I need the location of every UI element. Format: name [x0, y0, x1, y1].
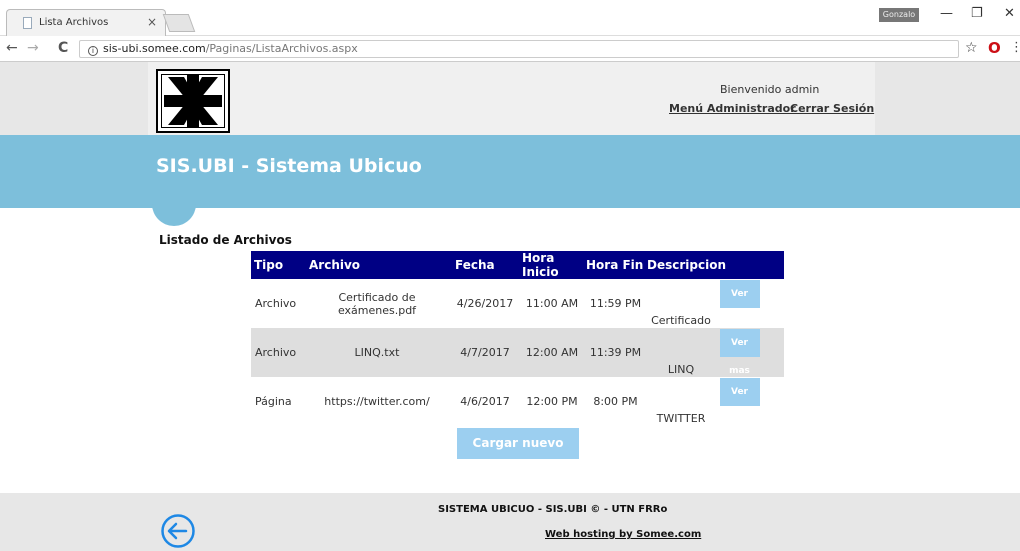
header: [148, 62, 875, 135]
cell-hora-fin: 11:39 PM: [585, 328, 646, 377]
ver-mas-button[interactable]: Ver mas: [719, 280, 760, 327]
welcome-text: Bienvenido admin: [720, 83, 820, 96]
cell-archivo: Certificado de exámenes.pdf: [337, 290, 417, 317]
tab-close-icon[interactable]: ×: [147, 15, 157, 29]
cell-hora-fin: 11:59 PM: [589, 297, 642, 310]
col-hora-inicio: Hora Inicio: [519, 251, 585, 279]
cell-hora-inicio: 12:00 PM: [526, 395, 578, 408]
address-bar: ← → C i sis-ubi.somee.com/Paginas/ListaAr…: [0, 36, 1020, 62]
table-row: Archivo Certificado de exámenes.pdf 4/26…: [251, 279, 784, 328]
copyright-text: SISTEMA UBICUO - SIS.UBI © - UTN FRRo: [438, 504, 668, 515]
col-archivo: Archivo: [303, 251, 451, 279]
logout-link[interactable]: Cerrar Sesión: [790, 102, 874, 115]
app-title: SIS.UBI - Sistema Ubicuo: [156, 155, 422, 177]
col-fecha: Fecha: [451, 251, 519, 279]
cell-tipo: Archivo: [251, 328, 303, 377]
info-icon[interactable]: i: [88, 46, 98, 56]
cell-archivo: LINQ.txt: [303, 328, 451, 377]
profile-badge[interactable]: Gonzalo: [879, 8, 919, 22]
page-content: Bienvenido admin Menú Administrador Cerr…: [0, 62, 1020, 551]
ver-mas-button[interactable]: Ver mas: [719, 329, 760, 376]
cell-hora-inicio: 12:00 AM: [519, 328, 585, 377]
new-tab-button[interactable]: [162, 14, 196, 32]
cell-archivo: https://twitter.com/: [324, 395, 430, 408]
back-arrow-circle-icon[interactable]: [160, 513, 196, 549]
description-text: Certificado: [651, 314, 711, 327]
col-hora-fin: Hora Fin: [585, 251, 646, 279]
minimize-icon[interactable]: —: [940, 6, 953, 21]
ver-mas-button[interactable]: Ver mas: [719, 378, 760, 425]
page-icon: [23, 17, 32, 29]
upload-new-button[interactable]: Cargar nuevo: [457, 428, 579, 459]
cell-hora-fin: 8:00 PM: [593, 395, 638, 408]
restore-icon[interactable]: ❐: [971, 6, 983, 21]
cell-descripcion: TWITTER Ver mas: [646, 377, 784, 426]
url-input[interactable]: i sis-ubi.somee.com/Paginas/ListaArchivos…: [79, 40, 959, 58]
tab-title: Lista Archivos: [39, 17, 109, 28]
cell-fecha: 4/6/2017: [460, 395, 510, 408]
list-title: Listado de Archivos: [159, 233, 292, 247]
forward-icon[interactable]: →: [27, 40, 39, 56]
col-tipo: Tipo: [251, 251, 303, 279]
banner-decoration: [152, 204, 196, 226]
url-path: /Paginas/ListaArchivos.aspx: [205, 42, 358, 55]
cell-descripcion: Certificado Ver mas: [646, 279, 784, 328]
window-close-icon[interactable]: ✕: [1004, 6, 1015, 21]
cell-descripcion: LINQ Ver mas: [646, 328, 784, 377]
files-table: Tipo Archivo Fecha Hora Inicio Hora Fin …: [251, 251, 784, 426]
opera-icon[interactable]: O: [988, 39, 1001, 57]
cell-fecha: 4/26/2017: [456, 297, 514, 310]
back-icon[interactable]: ←: [6, 40, 18, 56]
description-text: TWITTER: [656, 412, 706, 425]
table-header-row: Tipo Archivo Fecha Hora Inicio Hora Fin …: [251, 251, 784, 279]
description-text: LINQ: [667, 363, 695, 376]
col-descripcion: Descripcion: [646, 251, 784, 279]
footer: SISTEMA UBICUO - SIS.UBI © - UTN FRRo We…: [0, 493, 1020, 551]
table-row: Archivo LINQ.txt 4/7/2017 12:00 AM 11:39…: [251, 328, 784, 377]
browser-tab[interactable]: Lista Archivos ×: [6, 9, 166, 36]
url-host: sis-ubi.somee.com: [103, 42, 206, 55]
reload-icon[interactable]: C: [58, 40, 68, 56]
hosting-link[interactable]: Web hosting by Somee.com: [545, 529, 701, 540]
cell-tipo: Página: [255, 395, 292, 408]
cell-hora-inicio: 11:00 AM: [525, 297, 579, 310]
cell-tipo: Archivo: [255, 297, 297, 310]
cell-fecha: 4/7/2017: [451, 328, 519, 377]
browser-menu-icon[interactable]: ⋮: [1010, 40, 1020, 55]
title-banner: SIS.UBI - Sistema Ubicuo: [0, 135, 1020, 208]
bookmark-star-icon[interactable]: ☆: [965, 40, 978, 56]
admin-menu-link[interactable]: Menú Administrador: [669, 102, 796, 115]
utn-logo-icon: [156, 69, 230, 133]
table-row: Página https://twitter.com/ 4/6/2017 12:…: [251, 377, 784, 426]
browser-tab-bar: Lista Archivos × Gonzalo — ❐ ✕: [0, 0, 1020, 36]
